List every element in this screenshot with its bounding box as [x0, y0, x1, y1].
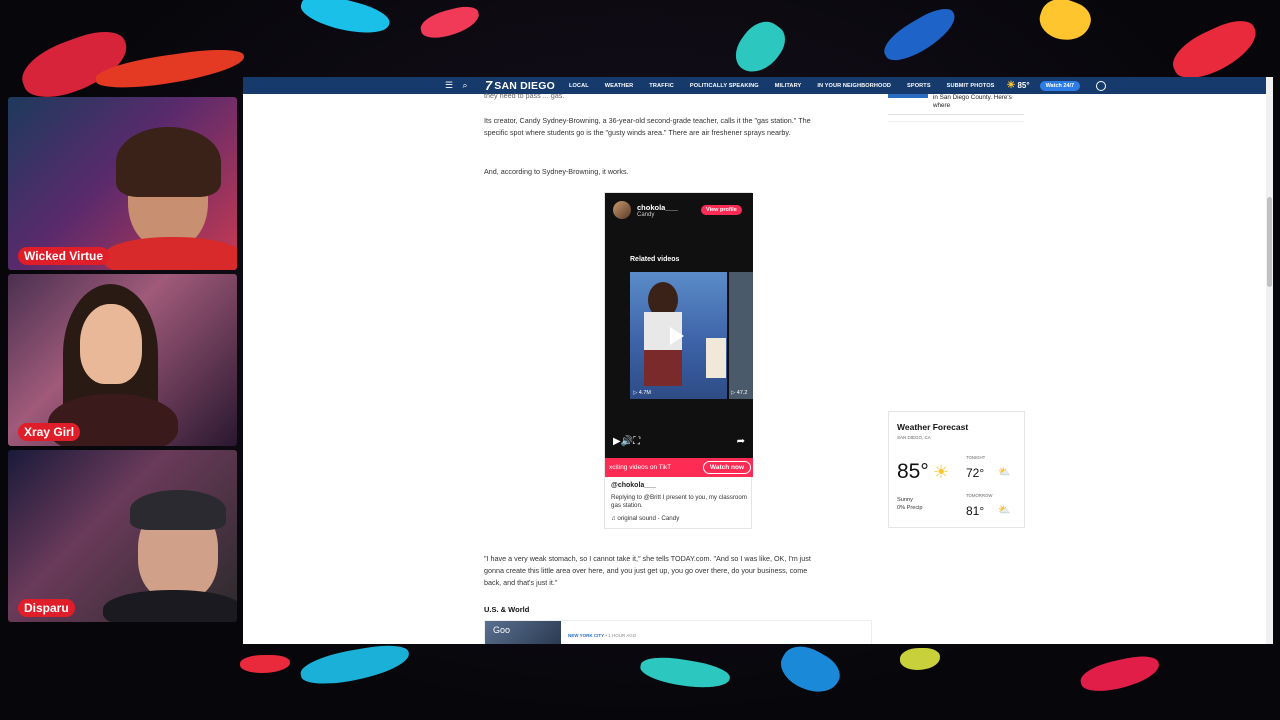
divider: [888, 121, 1024, 122]
tiktok-caption: Replying to @Britt I present to you, my …: [611, 494, 747, 509]
nav-traffic[interactable]: TRAFFIC: [649, 83, 674, 89]
nav-local[interactable]: LOCAL: [569, 83, 589, 89]
divider: [888, 114, 1024, 115]
play-icon[interactable]: ▶: [613, 436, 621, 447]
tiktok-display-name: Candy: [637, 211, 655, 218]
related-video-thumbnail[interactable]: ▷ 47.2: [729, 272, 753, 399]
tomorrow-temperature: 81°: [966, 504, 985, 518]
sun-icon: ☀: [1006, 80, 1016, 91]
nav-submit-photos[interactable]: SUBMIT PHOTOS: [947, 83, 995, 89]
sound-name: original sound - Candy: [617, 515, 680, 522]
story-headline[interactable]: in San Diego County. Here's where: [933, 94, 1024, 110]
webcam-disparu: Disparu: [8, 450, 237, 622]
hamburger-menu-icon[interactable]: ☰: [441, 80, 457, 91]
scrollbar-thumb[interactable]: [1267, 197, 1272, 287]
section-heading: U.S. & World: [484, 605, 530, 614]
weather-title: Weather Forecast: [897, 422, 969, 432]
story-thumbnail: [888, 94, 928, 98]
precip-text: 0% Precip: [897, 505, 923, 511]
nav-sports[interactable]: SPORTS: [907, 83, 931, 89]
fullscreen-icon[interactable]: ⛶: [633, 436, 640, 447]
streamer-name-label: Wicked Virtue: [18, 247, 110, 265]
partly-cloudy-icon: ⛅: [998, 467, 1011, 478]
search-icon[interactable]: ⌕: [457, 80, 473, 91]
nav-temperature: 85°: [1017, 81, 1030, 90]
weather-location: SAN DIEGO, CA: [897, 435, 931, 440]
article-paragraph: "I have a very weak stomach, so I cannot…: [484, 554, 811, 587]
view-count: ▷ 47.2: [731, 390, 748, 396]
tiktok-promo-bar[interactable]: xciting videos on TikT Watch now: [605, 458, 753, 477]
related-video-thumbnail[interactable]: ▷ 4.7M: [630, 272, 727, 399]
tiktok-video-player[interactable]: chokola___ Candy View profile Related vi…: [605, 193, 753, 458]
tiktok-sound[interactable]: ♫ original sound - Candy: [611, 515, 679, 522]
play-icon[interactable]: [670, 327, 684, 345]
watch-live-button[interactable]: Watch 24/7: [1039, 80, 1081, 91]
nav-military[interactable]: MILITARY: [775, 83, 802, 89]
view-count: ▷ 4.7M: [633, 390, 651, 396]
tomorrow-label: TOMORROW: [966, 493, 993, 498]
view-profile-button[interactable]: View profile: [701, 205, 742, 215]
partly-cloudy-icon: ⛅: [998, 505, 1011, 516]
news-card-category[interactable]: NEW YORK CITY: [568, 633, 604, 638]
scrollbar[interactable]: [1266, 77, 1273, 644]
related-videos-heading: Related videos: [630, 256, 680, 263]
news-card[interactable]: Goo NEW YORK CITY • 1 HOUR AGO: [484, 620, 872, 644]
nav-weather-widget[interactable]: ☀ 85°: [1006, 80, 1029, 91]
news-card-tag: NEW YORK CITY • 1 HOUR AGO: [568, 633, 636, 638]
article-paragraph: And, according to Sydney-Browning, it wo…: [484, 167, 629, 176]
watch-now-button[interactable]: Watch now: [702, 461, 751, 474]
webcam-wicked-virtue: Wicked Virtue: [8, 97, 237, 270]
news-card-image[interactable]: Goo: [485, 621, 561, 644]
player-controls: ▶ 🔊 ⛶ ➦: [613, 436, 745, 447]
news-website: ☰ ⌕ 7 SAN DIEGO LOCAL WEATHER TRAFFIC PO…: [243, 77, 1273, 644]
tonight-label: TONIGHT: [966, 455, 986, 460]
webcam-xray-girl: Xray Girl: [8, 274, 237, 446]
article-paragraph: Its creator, Candy Sydney-Browning, a 36…: [484, 116, 811, 137]
news-card-time: • 1 HOUR AGO: [605, 633, 637, 638]
streamer-name-label: Disparu: [18, 599, 75, 617]
volume-icon[interactable]: 🔊: [621, 436, 633, 447]
promo-text: xciting videos on TikT: [609, 464, 672, 471]
current-temperature: 85°: [897, 460, 929, 483]
sun-icon: ☀: [933, 462, 950, 482]
weather-conditions: Sunny 0% Precip: [897, 496, 923, 512]
nav-weather[interactable]: WEATHER: [605, 83, 634, 89]
share-icon[interactable]: ➦: [737, 436, 745, 447]
tiktok-header: chokola___ Candy: [613, 201, 678, 219]
condition-text: Sunny: [897, 497, 913, 503]
article-paragraph: they need to pass ... gas.: [484, 91, 565, 100]
tiktok-username[interactable]: chokola___: [637, 203, 678, 212]
tiktok-embed[interactable]: chokola___ Candy View profile Related vi…: [604, 192, 753, 529]
streamer-name-label: Xray Girl: [18, 423, 81, 441]
nav-in-your-neighborhood[interactable]: IN YOUR NEIGHBORHOOD: [817, 83, 891, 89]
weather-forecast-widget[interactable]: Weather Forecast SAN DIEGO, CA 85° ☀ Sun…: [888, 411, 1025, 528]
tonight-temperature: 72°: [966, 466, 985, 480]
user-account-icon[interactable]: [1096, 80, 1107, 91]
nav-politically-speaking[interactable]: POLITICALLY SPEAKING: [690, 83, 759, 89]
avatar[interactable]: [613, 201, 631, 219]
tiktok-handle[interactable]: @chokola___: [611, 482, 656, 489]
